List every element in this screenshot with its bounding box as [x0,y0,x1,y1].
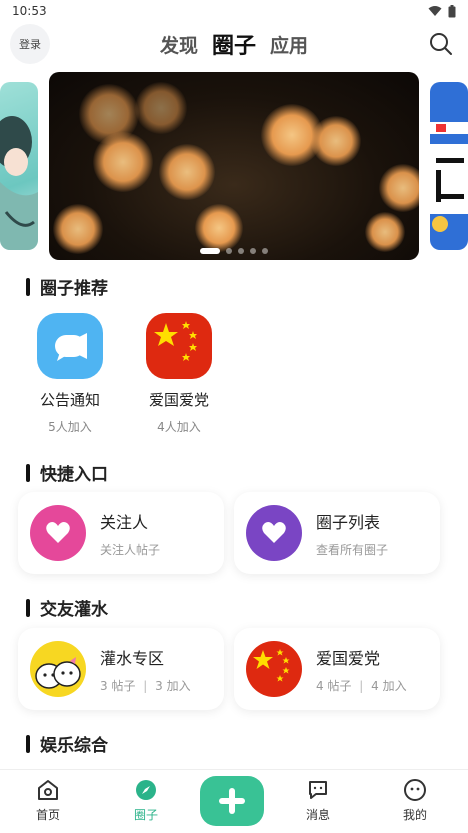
nav-profile[interactable]: 我的 [385,778,445,823]
heart-icon [246,505,302,561]
section-marker [26,598,30,617]
nav-tabs: 发现 圈子 应用 [0,24,468,64]
circle-name: 爱国爱党 [148,391,209,409]
banner-carousel[interactable] [0,72,468,262]
candle-light [311,116,361,166]
candle-light [53,204,103,254]
circle-stats: 4 帖子 | 4 加入 [316,677,407,694]
bottom-nav: 首页 圈子 消息 我的 [0,769,468,833]
plus-icon [219,788,245,814]
circle-member-count: 3 加入 [155,678,191,693]
section-title-recommend: 圈子推荐 [26,274,108,299]
carousel-dot[interactable] [226,248,232,254]
circle-member-count: 4人加入 [157,420,201,434]
circle-post-count: 3 帖子 [100,678,136,693]
quick-entry-title: 关注人 [100,512,149,532]
section-marker [26,277,30,296]
candle-light [135,82,187,134]
circle-card-announcements[interactable]: 公告通知 5人加入 [25,313,115,435]
nav-label: 圈子 [133,808,158,822]
section-title-entertainment: 娱乐综合 [26,731,108,756]
quick-entry-title: 圈子列表 [316,512,381,532]
heart-icon [30,505,86,561]
section-label: 圈子推荐 [40,279,108,299]
circle-card-patriotic-2[interactable]: 爱国爱党 4 帖子 | 4 加入 [234,628,440,710]
banner-next-slide[interactable] [430,82,468,250]
status-time: 10:53 [12,4,47,18]
home-icon [38,780,58,800]
section-label: 快捷入口 [40,465,108,485]
quick-entry-following[interactable]: 关注人 关注人帖子 [18,492,224,574]
quick-entry-subtitle: 关注人帖子 [100,542,161,557]
banner-slide-candles[interactable] [49,72,419,260]
circle-card-chat-zone[interactable]: 灌水专区 3 帖子 | 3 加入 [18,628,224,710]
announcement-graphic [430,122,468,232]
china-flag-icon [246,641,302,697]
circle-member-count: 4 加入 [371,678,407,693]
candle-light [195,204,243,252]
candle-light [159,144,215,200]
circle-stats: 3 帖子 | 3 加入 [100,677,191,694]
circle-card-patriotic[interactable]: 爱国爱党 4人加入 [134,313,224,435]
chat-icon [309,781,327,799]
search-icon[interactable] [428,31,454,57]
create-post-button[interactable] [200,776,264,826]
quick-entry-circle-list[interactable]: 圈子列表 查看所有圈子 [234,492,440,574]
anime-illustration [0,116,38,250]
section-title-social: 交友灌水 [26,595,108,620]
nav-label: 我的 [402,808,427,822]
carousel-dot[interactable] [238,248,244,254]
tab-discover[interactable]: 发现 [160,31,198,58]
status-bar: 10:53 [0,0,468,22]
status-icons [428,4,456,18]
nav-label: 消息 [305,808,330,822]
banner-prev-slide[interactable] [0,82,38,250]
cartoon-icon [30,641,86,697]
section-title-quick: 快捷入口 [26,460,108,485]
candle-light [93,132,153,192]
carousel-dot[interactable] [262,248,268,254]
quick-entry-subtitle: 查看所有圈子 [316,542,389,557]
face-icon [404,779,426,801]
section-marker [26,734,30,753]
megaphone-icon [37,313,103,379]
nav-circles[interactable]: 圈子 [116,778,176,823]
circle-title: 爱国爱党 [316,648,381,668]
carousel-indicators [200,248,268,254]
battery-icon [448,4,456,17]
section-label: 交友灌水 [40,600,108,620]
nav-home[interactable]: 首页 [18,778,78,823]
stats-separator: | [143,678,148,693]
circle-member-count: 5人加入 [48,420,92,434]
tab-circles[interactable]: 圈子 [212,28,256,60]
top-nav: 登录 发现 圈子 应用 [0,24,468,64]
circle-title: 灌水专区 [100,648,165,668]
tab-apps[interactable]: 应用 [270,31,308,58]
section-label: 娱乐综合 [40,736,108,756]
candle-light [365,212,405,252]
compass-icon [136,780,156,800]
circle-post-count: 4 帖子 [316,678,352,693]
nav-messages[interactable]: 消息 [288,778,348,823]
section-marker [26,463,30,482]
wifi-icon [428,6,442,16]
stats-separator: | [359,678,364,693]
carousel-dot[interactable] [200,248,220,254]
carousel-dot[interactable] [250,248,256,254]
china-flag-icon [146,313,212,379]
circle-name: 公告通知 [39,391,100,409]
nav-label: 首页 [35,808,60,822]
candle-light [379,164,419,212]
